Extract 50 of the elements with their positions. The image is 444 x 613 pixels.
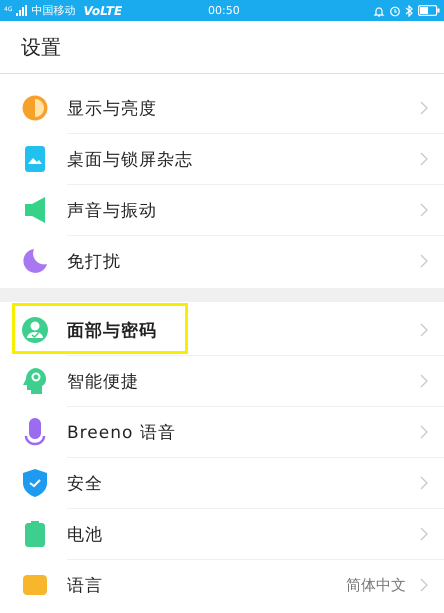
battery-icon [418,5,440,16]
speaker-icon [25,196,45,222]
settings-item[interactable]: 桌面与锁屏杂志 [0,133,444,184]
settings-item[interactable]: 智能便捷 [0,355,444,406]
chevron-icon [420,101,428,115]
item-label: 电池 [67,524,104,546]
carrier-name: 中国移动 [31,3,76,18]
settings-item[interactable]: 安全 [0,457,444,508]
image-icon [25,146,45,172]
moon-icon [22,248,48,274]
chevron-icon [420,254,428,268]
item-label: 免打扰 [67,250,122,272]
item-label: 显示与亮度 [67,98,158,120]
item-label: 语言 [67,574,104,596]
item-label: 面部与密码 [67,320,158,342]
head-gear-icon [23,366,47,394]
chevron-icon [420,323,428,337]
chevron-icon [420,527,428,541]
item-value: 简体中文 [346,576,406,594]
page-title: 设置 [21,34,61,60]
language-icon [23,574,47,594]
settings-item[interactable]: 面部与密码 [0,304,444,355]
clock: 00:50 [208,4,240,17]
settings-item[interactable]: 声音与振动 [0,184,444,235]
microphone-icon [24,418,46,446]
chevron-icon [420,152,428,166]
chevron-icon [420,203,428,217]
alarm-icon [389,4,401,16]
item-label: 智能便捷 [67,370,140,392]
item-label: Breeno 语音 [67,422,177,444]
chevron-icon [420,425,428,439]
shield-icon [23,468,47,496]
bluetooth-icon [405,4,414,16]
bell-icon [373,4,385,16]
settings-item[interactable]: 显示与亮度 [0,82,444,133]
settings-item[interactable]: 免打扰 [0,235,444,286]
settings-item[interactable]: Breeno 语音 [0,406,444,457]
chevron-icon [420,374,428,388]
signal-icon [16,5,28,16]
item-label: 安全 [67,472,104,494]
item-label: 声音与振动 [67,200,158,222]
item-label: 桌面与锁屏杂志 [67,148,194,170]
person-icon [22,316,48,342]
settings-item[interactable]: 语言 简体中文 [0,559,444,610]
battery-icon [25,520,45,546]
chevron-icon [420,476,428,490]
chevron-icon [420,578,428,592]
volte-label: VoLTE [83,4,122,18]
half-circle-icon [22,94,48,120]
settings-item[interactable]: 电池 [0,508,444,559]
